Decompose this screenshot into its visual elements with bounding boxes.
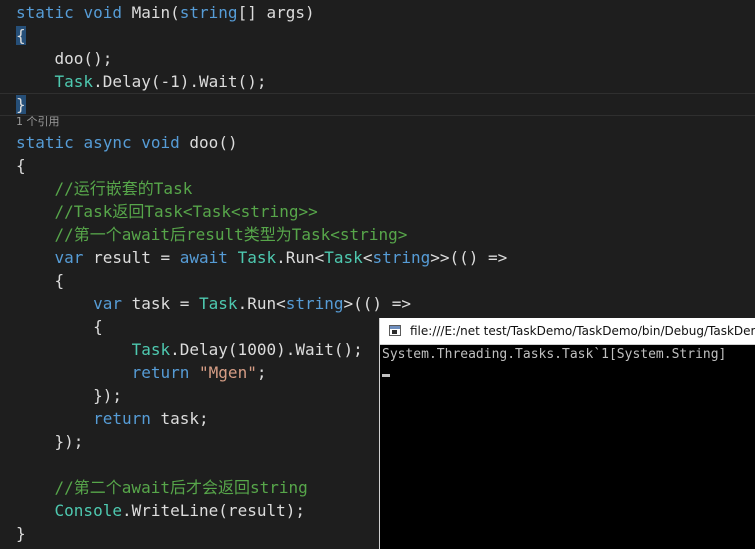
code-line[interactable]: { [0, 269, 755, 292]
code-token: .Delay(1000).Wait(); [170, 340, 363, 359]
screenshot-root: 1 个引用 static void Main(string[] args){ d… [0, 0, 755, 549]
code-token: Task [324, 248, 363, 267]
code-token: result = [83, 248, 180, 267]
code-token: static [16, 3, 74, 22]
code-token: doo() [179, 133, 238, 152]
codelens-reference-count[interactable]: 1 个引用 [16, 115, 60, 129]
code-line[interactable]: Task.Delay(-1).Wait(); [0, 70, 755, 93]
code-token: Console [54, 501, 122, 520]
code-token: Task [131, 340, 171, 359]
code-token: ; [256, 363, 267, 382]
code-line[interactable]: { [0, 154, 755, 177]
code-token: void [83, 3, 122, 22]
code-token: { [16, 317, 103, 336]
code-token: [] args) [237, 3, 315, 22]
code-token: string [179, 3, 238, 22]
code-line[interactable]: //Task返回Task<Task<string>> [0, 200, 755, 223]
code-token: Task [54, 72, 94, 91]
code-token: .Delay(-1).Wait(); [93, 72, 267, 91]
code-token: .Run< [276, 248, 325, 267]
code-token: }); [16, 432, 84, 451]
code-token: //Task返回Task<Task<string>> [54, 202, 318, 221]
code-line[interactable]: doo(); [0, 47, 755, 70]
code-token: { [16, 271, 65, 290]
code-token: void [141, 133, 180, 152]
code-line[interactable]: //运行嵌套的Task [0, 177, 755, 200]
code-token: Task [199, 294, 238, 313]
code-token: //运行嵌套的Task [54, 179, 193, 198]
code-line[interactable]: var result = await Task.Run<Task<string>… [0, 246, 755, 269]
code-token: task = [121, 294, 200, 313]
code-token: return [93, 409, 151, 428]
console-title-bar[interactable]: file:///E:/net test/TaskDemo/TaskDemo/bi… [380, 318, 755, 345]
code-line[interactable]: var task = Task.Run<string>(() => [0, 292, 755, 315]
code-token: >(() => [343, 294, 411, 313]
code-token: //第二个await后才会返回string [54, 478, 308, 497]
code-token: Task [237, 248, 277, 267]
console-window-icon [389, 325, 401, 336]
code-token: } [16, 524, 26, 543]
code-token: { [16, 26, 26, 45]
code-token: return [131, 363, 190, 382]
code-token: doo(); [16, 49, 113, 68]
code-token: async [83, 133, 132, 152]
code-token: //第一个await后result类型为Task<string> [54, 225, 408, 244]
console-cursor [382, 374, 390, 377]
code-token: var [54, 248, 84, 267]
code-token: { [16, 156, 26, 175]
code-token: >>(() => [430, 248, 508, 267]
code-token: string [372, 248, 431, 267]
code-token: static [16, 133, 74, 152]
code-token: .WriteLine(result); [121, 501, 305, 520]
code-token: } [16, 95, 26, 114]
code-token: await [179, 248, 228, 267]
console-output-line: System.Threading.Tasks.Task`1[System.Str… [382, 347, 727, 362]
code-token: < [362, 248, 373, 267]
code-line[interactable]: static void Main(string[] args) [0, 1, 755, 24]
code-token: Main( [121, 3, 180, 22]
code-token: "Mgen" [199, 363, 257, 382]
code-line[interactable]: //第一个await后result类型为Task<string> [0, 223, 755, 246]
code-token: task; [150, 409, 209, 428]
code-line[interactable]: static async void doo() [0, 131, 755, 154]
code-line[interactable]: { [0, 24, 755, 47]
console-title: file:///E:/net test/TaskDemo/TaskDemo/bi… [410, 324, 755, 338]
code-token: var [93, 294, 122, 313]
code-token: }); [16, 386, 122, 405]
code-token: string [285, 294, 344, 313]
code-token: .Run< [237, 294, 286, 313]
console-window[interactable]: file:///E:/net test/TaskDemo/TaskDemo/bi… [379, 318, 755, 549]
code-line[interactable]: } [0, 93, 755, 116]
